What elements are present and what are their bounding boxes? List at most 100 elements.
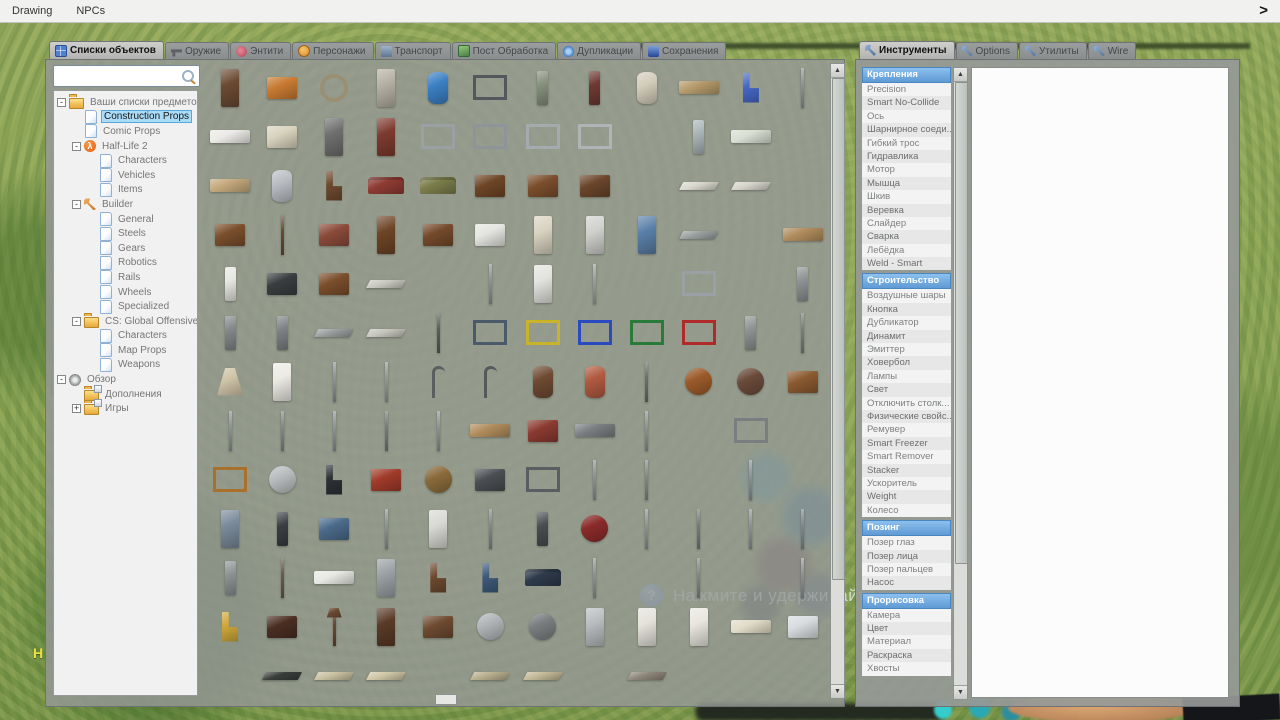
prop-cell[interactable] (360, 406, 412, 455)
prop-cell[interactable] (673, 602, 725, 651)
prop-cell[interactable] (673, 504, 725, 553)
tool-item[interactable]: Гибкий трос (862, 137, 951, 150)
prop-cell[interactable] (204, 602, 256, 651)
tree-item[interactable]: -CS: Global Offensive (54, 314, 197, 329)
tab-wire[interactable]: Wire (1088, 42, 1137, 59)
prop-cell[interactable] (569, 259, 621, 308)
prop-cell[interactable] (516, 357, 568, 406)
prop-cell[interactable] (516, 406, 568, 455)
tool-item[interactable]: Отключить столк... (862, 397, 951, 410)
prop-cell[interactable] (569, 112, 621, 161)
prop-cell[interactable] (308, 308, 360, 357)
prop-cell[interactable] (569, 553, 621, 602)
tool-item[interactable]: Эмиттер (862, 343, 951, 356)
prop-cell[interactable] (204, 504, 256, 553)
tab-vehicles[interactable]: Транспорт (375, 42, 451, 59)
prop-cell[interactable] (360, 357, 412, 406)
prop-cell[interactable] (412, 406, 464, 455)
menu-item[interactable]: NPCs (64, 0, 117, 22)
prop-cell[interactable] (725, 602, 777, 651)
tree-item[interactable]: Robotics (54, 256, 197, 271)
tab-weapons[interactable]: Оружие (165, 42, 229, 59)
tree-item[interactable]: Rails (54, 270, 197, 285)
prop-cell[interactable] (256, 553, 308, 602)
prop-cell[interactable] (777, 357, 829, 406)
prop-cell[interactable] (360, 651, 412, 699)
prop-cell[interactable] (256, 308, 308, 357)
prop-cell[interactable] (621, 308, 673, 357)
prop-cell[interactable] (256, 210, 308, 259)
prop-cell[interactable] (516, 259, 568, 308)
prop-cell[interactable] (204, 553, 256, 602)
tool-item[interactable]: Динамит (862, 330, 951, 343)
tab-object-lists[interactable]: Списки объектов (49, 41, 164, 59)
tool-item[interactable]: Шкив (862, 190, 951, 203)
prop-cell[interactable] (673, 308, 725, 357)
prop-cell[interactable] (360, 308, 412, 357)
prop-cell[interactable] (308, 259, 360, 308)
tool-item[interactable]: Насос (862, 576, 951, 589)
prop-cell[interactable] (308, 504, 360, 553)
tree-item[interactable]: Characters (54, 153, 197, 168)
prop-cell[interactable] (569, 357, 621, 406)
prop-cell[interactable] (725, 504, 777, 553)
tab-dupes[interactable]: Дупликации (557, 42, 641, 59)
tool-item[interactable]: Слайдер (862, 217, 951, 230)
prop-cell[interactable] (621, 455, 673, 504)
scroll-down-icon[interactable]: ▼ (954, 685, 967, 699)
prop-cell[interactable] (256, 651, 308, 699)
expander-icon[interactable]: + (72, 404, 81, 413)
expander-icon[interactable]: - (72, 142, 81, 151)
prop-cell[interactable] (464, 308, 516, 357)
prop-cell[interactable] (569, 504, 621, 553)
scroll-down-icon[interactable]: ▼ (831, 684, 844, 698)
prop-cell[interactable] (725, 161, 777, 210)
tool-item[interactable]: Воздушные шары (862, 289, 951, 302)
prop-cell[interactable] (204, 308, 256, 357)
tool-scrollbar[interactable]: ▲ ▼ (953, 67, 968, 700)
prop-cell[interactable] (621, 210, 673, 259)
tree-item[interactable]: -Half-Life 2 (54, 139, 197, 154)
tool-item[interactable]: Позер пальцев (862, 563, 951, 576)
tool-item[interactable]: Позер глаз (862, 536, 951, 549)
tree-item[interactable]: Items (54, 183, 197, 198)
tree-item[interactable]: Vehicles (54, 168, 197, 183)
prop-cell[interactable] (569, 63, 621, 112)
tool-item[interactable]: Раскраска (862, 649, 951, 662)
prop-cell[interactable] (569, 210, 621, 259)
tool-item[interactable]: Дубликатор (862, 316, 951, 329)
tree-item[interactable]: Weapons (54, 358, 197, 373)
prop-cell[interactable] (516, 210, 568, 259)
prop-cell[interactable] (360, 455, 412, 504)
prop-cell[interactable] (673, 161, 725, 210)
prop-cell[interactable] (516, 308, 568, 357)
prop-cell[interactable] (308, 455, 360, 504)
tool-item[interactable]: Weight (862, 490, 951, 503)
prop-cell[interactable] (464, 259, 516, 308)
scroll-up-icon[interactable]: ▲ (831, 64, 844, 78)
prop-cell[interactable] (516, 63, 568, 112)
tool-item[interactable]: Камера (862, 609, 951, 622)
prop-cell[interactable] (256, 406, 308, 455)
prop-cell[interactable] (204, 63, 256, 112)
prop-cell[interactable] (725, 63, 777, 112)
prop-cell[interactable] (360, 63, 412, 112)
prop-cell[interactable] (777, 63, 829, 112)
prop-cell[interactable] (569, 161, 621, 210)
prop-cell[interactable] (308, 406, 360, 455)
prop-cell[interactable] (464, 210, 516, 259)
prop-cell[interactable] (308, 63, 360, 112)
prop-cell[interactable] (360, 553, 412, 602)
prop-cell[interactable] (621, 602, 673, 651)
prop-cell[interactable] (412, 553, 464, 602)
prop-cell[interactable] (516, 161, 568, 210)
prop-cell[interactable] (569, 455, 621, 504)
prop-cell[interactable] (308, 602, 360, 651)
prop-cell[interactable] (204, 357, 256, 406)
prop-cell[interactable] (256, 357, 308, 406)
prop-cell[interactable] (516, 455, 568, 504)
prop-cell[interactable] (621, 63, 673, 112)
prop-cell[interactable] (256, 455, 308, 504)
expander-icon[interactable]: - (72, 200, 81, 209)
tool-item[interactable]: Шарнирное соеди... (862, 123, 951, 136)
